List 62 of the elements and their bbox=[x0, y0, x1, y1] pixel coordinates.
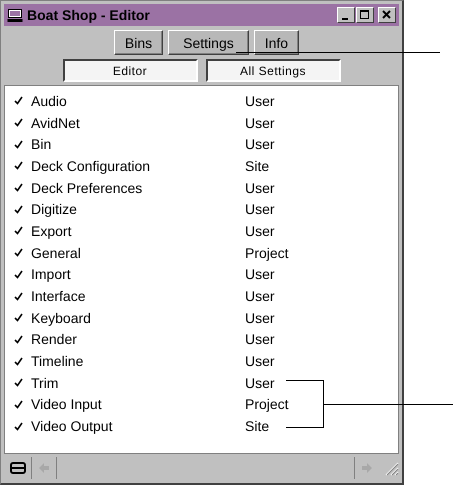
setting-name[interactable]: AvidNet bbox=[31, 114, 245, 131]
setting-scope: User bbox=[245, 201, 275, 218]
setting-name[interactable]: Trim bbox=[31, 374, 245, 391]
setting-name[interactable]: Interface bbox=[31, 288, 245, 304]
tab[interactable]: Settings bbox=[168, 30, 249, 55]
checkmark-icon[interactable] bbox=[14, 183, 22, 192]
setting-name[interactable]: Timeline bbox=[31, 353, 245, 370]
resize-grip-icon[interactable] bbox=[383, 460, 399, 476]
setting-name[interactable]: Render bbox=[31, 331, 245, 348]
tab[interactable]: Bins bbox=[114, 30, 164, 55]
checkmark-icon[interactable] bbox=[14, 248, 22, 258]
setting-name[interactable]: Bin bbox=[31, 136, 245, 152]
checkmark-icon[interactable] bbox=[14, 118, 22, 128]
checkmark-icon[interactable] bbox=[14, 270, 22, 279]
checkmark-icon[interactable] bbox=[14, 313, 22, 322]
tab[interactable]: Info bbox=[254, 30, 300, 55]
setting-scope: User bbox=[245, 180, 275, 196]
setting-name[interactable]: Deck Configuration bbox=[31, 158, 245, 174]
maximize-icon bbox=[360, 10, 370, 20]
checkmark-icon[interactable] bbox=[14, 96, 22, 106]
checkmark-icon[interactable] bbox=[14, 140, 22, 149]
setting-name[interactable]: Audio bbox=[31, 92, 245, 109]
checkmark-icon[interactable] bbox=[14, 356, 22, 366]
setting-name[interactable]: Digitize bbox=[31, 201, 245, 218]
checkmark-icon[interactable] bbox=[14, 226, 22, 236]
setting-name[interactable]: Keyboard bbox=[31, 310, 245, 326]
setting-scope: User bbox=[245, 266, 275, 282]
checkmark-icon[interactable] bbox=[14, 292, 22, 301]
monitor-icon bbox=[7, 8, 23, 22]
scope-button[interactable]: Editor bbox=[62, 59, 198, 82]
checkmark-icon[interactable] bbox=[14, 204, 22, 214]
setting-name[interactable]: Deck Preferences bbox=[31, 180, 245, 196]
setting-name[interactable]: Video Input bbox=[31, 396, 245, 412]
setting-scope: User bbox=[245, 331, 275, 348]
setting-name[interactable]: Import bbox=[31, 266, 245, 282]
setting-scope: User bbox=[245, 222, 275, 239]
setting-scope: User bbox=[245, 92, 275, 109]
setting-name[interactable]: Export bbox=[31, 222, 245, 239]
minimize-icon bbox=[342, 18, 348, 20]
close-icon bbox=[382, 10, 392, 20]
setting-scope: User bbox=[245, 288, 275, 304]
setting-name[interactable]: General bbox=[31, 244, 245, 261]
minimize-button[interactable] bbox=[337, 7, 355, 23]
checkmark-icon[interactable] bbox=[14, 334, 22, 344]
maximize-button[interactable] bbox=[356, 7, 374, 23]
close-button[interactable] bbox=[378, 7, 396, 23]
setting-scope: User bbox=[245, 136, 275, 152]
setting-scope: User bbox=[245, 353, 275, 370]
setting-scope: Project bbox=[245, 244, 289, 261]
checkmark-icon[interactable] bbox=[14, 422, 22, 431]
checkmark-icon[interactable] bbox=[14, 400, 22, 409]
checkmark-icon[interactable] bbox=[14, 378, 22, 388]
checkmark-icon[interactable] bbox=[14, 161, 22, 170]
setting-scope: Project bbox=[245, 396, 289, 412]
window-title: Boat Shop - Editor bbox=[27, 7, 150, 23]
setting-scope: User bbox=[245, 374, 275, 391]
setting-name[interactable]: Video Output bbox=[31, 418, 245, 434]
setting-scope: User bbox=[245, 114, 275, 131]
setting-scope: User bbox=[245, 310, 275, 326]
setting-scope: Site bbox=[245, 418, 270, 434]
setting-scope: Site bbox=[245, 158, 270, 174]
scope-button[interactable]: All Settings bbox=[206, 59, 340, 82]
